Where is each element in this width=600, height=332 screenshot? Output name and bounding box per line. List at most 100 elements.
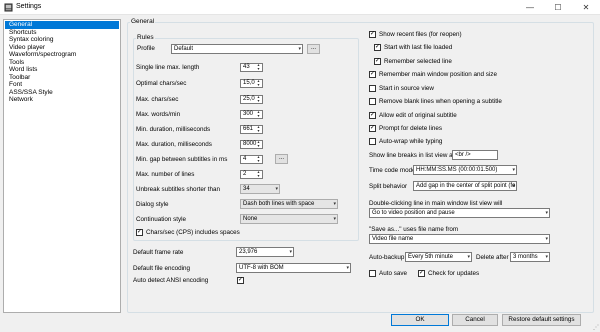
- optimal-chars-sec-value: 15,0: [243, 80, 255, 86]
- unbreak-select[interactable]: 34 ▾: [240, 184, 280, 194]
- nav-item-ass-ssa-style[interactable]: ASS/SSA Style: [5, 89, 119, 97]
- time-code-label: Time code mode: [369, 167, 416, 174]
- nav-item-font[interactable]: Font: [5, 81, 119, 89]
- single-line-max-length-input[interactable]: 43 ▲ ▼: [240, 63, 263, 72]
- default-frame-rate-value: 23,976: [239, 249, 258, 255]
- nav-item-tools[interactable]: Tools: [5, 59, 119, 67]
- auto-wrap-checkbox[interactable]: [369, 138, 376, 145]
- nav-item-syntax-coloring[interactable]: Syntax coloring: [5, 36, 119, 44]
- spin-down-icon[interactable]: ▼: [255, 144, 262, 149]
- max-chars-sec-value: 25,0: [243, 96, 255, 102]
- min-duration-input[interactable]: 661 ▲ ▼: [240, 125, 263, 134]
- remove-blank-checkbox[interactable]: [369, 98, 376, 105]
- min-gap-label: Min. gap between subtitles in ms: [136, 156, 228, 163]
- allow-edit-checkbox[interactable]: ✓: [369, 112, 376, 119]
- default-frame-rate-select[interactable]: 23,976 ▾: [236, 247, 294, 257]
- spin-down-icon[interactable]: ▼: [255, 159, 262, 164]
- maximize-button[interactable]: ☐: [544, 0, 572, 15]
- allow-edit-label: Allow edit of original subtitle: [379, 112, 457, 119]
- profile-select[interactable]: Default ▾: [171, 44, 303, 54]
- remember-window-checkbox[interactable]: ✓: [369, 71, 376, 78]
- nav-item-network[interactable]: Network: [5, 96, 119, 104]
- remember-selected-checkbox[interactable]: ✓: [374, 58, 381, 65]
- unbreak-value: 34: [243, 186, 250, 192]
- minimize-button[interactable]: —: [516, 0, 544, 15]
- prompt-delete-checkbox[interactable]: ✓: [369, 125, 376, 132]
- resize-grip-icon[interactable]: ⋰: [593, 324, 599, 331]
- remove-blank-label: Remove blank lines when opening a subtit…: [379, 98, 502, 105]
- default-encoding-value: UTF-8 with BOM: [239, 265, 284, 271]
- chevron-down-icon: ▾: [333, 201, 336, 207]
- delete-after-select[interactable]: 3 months ▾: [510, 252, 550, 262]
- split-behavior-value: Add gap in the center of split point (fo: [416, 183, 516, 189]
- start-source-view-checkbox[interactable]: [369, 85, 376, 92]
- show-recent-checkbox[interactable]: ✓: [369, 31, 376, 38]
- profile-more-button[interactable]: ...: [307, 44, 320, 54]
- auto-backup-select[interactable]: Every 5th minute ▾: [405, 252, 472, 262]
- title-bar: [0, 0, 600, 15]
- spin-buttons[interactable]: ▲ ▼: [255, 155, 262, 164]
- continuation-style-select[interactable]: None ▾: [240, 214, 338, 224]
- chevron-down-icon: ▾: [545, 236, 548, 242]
- auto-detect-ansi-checkbox[interactable]: ✓: [237, 277, 244, 284]
- profile-value: Default: [174, 46, 194, 52]
- max-words-min-label: Max. words/min: [136, 111, 181, 118]
- dblclick-select[interactable]: Go to video position and pause ▾: [369, 208, 550, 218]
- settings-nav-list[interactable]: General Shortcuts Syntax coloring Video …: [3, 19, 121, 313]
- single-line-max-length-label: Single line max. length: [136, 64, 200, 71]
- save-as-select[interactable]: Video file name ▾: [369, 234, 550, 244]
- nav-item-general[interactable]: General: [5, 21, 119, 29]
- spin-buttons[interactable]: ▲ ▼: [255, 170, 262, 179]
- optimal-chars-sec-input[interactable]: 15,0 ▲ ▼: [240, 79, 263, 88]
- spin-down-icon[interactable]: ▼: [255, 129, 262, 134]
- nav-item-video-player[interactable]: Video player: [5, 44, 119, 52]
- spin-buttons[interactable]: ▲ ▼: [255, 125, 262, 134]
- max-words-min-input[interactable]: 300 ▲ ▼: [240, 110, 263, 119]
- spin-buttons[interactable]: ▲ ▼: [255, 140, 262, 149]
- save-as-label: "Save as..." uses file name from: [369, 226, 459, 233]
- rules-group-title: Rules: [136, 34, 155, 41]
- dialog-style-select[interactable]: Dash both lines with space ▾: [240, 199, 338, 209]
- show-recent-label: Show recent files (for reopen): [379, 31, 462, 38]
- time-code-select[interactable]: HH:MM:SS.MS (00:00:01.500) ▾: [413, 165, 517, 175]
- max-lines-label: Max. number of lines: [136, 171, 195, 178]
- auto-save-checkbox[interactable]: [369, 270, 376, 277]
- spin-buttons[interactable]: ▲ ▼: [255, 79, 262, 88]
- default-encoding-select[interactable]: UTF-8 with BOM ▾: [236, 263, 351, 273]
- chevron-down-icon: ▾: [545, 254, 548, 260]
- min-gap-more-button[interactable]: ...: [275, 154, 288, 164]
- spin-down-icon[interactable]: ▼: [255, 99, 262, 104]
- spin-down-icon[interactable]: ▼: [255, 67, 262, 72]
- default-frame-rate-label: Default frame rate: [133, 249, 184, 256]
- split-behavior-select[interactable]: Add gap in the center of split point (fo…: [413, 181, 517, 191]
- cps-spaces-checkbox[interactable]: ✓: [136, 229, 143, 236]
- dblclick-value: Go to video position and pause: [372, 210, 455, 216]
- spin-buttons[interactable]: ▲ ▼: [255, 110, 262, 119]
- max-duration-input[interactable]: 8000 ▲ ▼: [240, 140, 263, 149]
- spin-buttons[interactable]: ▲ ▼: [255, 63, 262, 72]
- spin-down-icon[interactable]: ▼: [255, 83, 262, 88]
- ok-button[interactable]: OK: [391, 314, 449, 326]
- chevron-down-icon: ▾: [512, 167, 515, 173]
- line-breaks-input[interactable]: <br />: [452, 150, 498, 160]
- spin-down-icon[interactable]: ▼: [255, 114, 262, 119]
- start-last-file-checkbox[interactable]: ✓: [374, 44, 381, 51]
- max-duration-label: Max. duration, milliseconds: [136, 141, 212, 148]
- nav-item-shortcuts[interactable]: Shortcuts: [5, 29, 119, 37]
- check-updates-checkbox[interactable]: ✓: [418, 270, 425, 277]
- spin-down-icon[interactable]: ▼: [255, 174, 262, 179]
- general-group-title: General: [130, 18, 156, 25]
- window-title: Settings: [16, 3, 42, 10]
- restore-defaults-button[interactable]: Restore default settings: [502, 314, 581, 326]
- max-chars-sec-input[interactable]: 25,0 ▲ ▼: [240, 95, 263, 104]
- auto-wrap-label: Auto-wrap while typing: [379, 138, 443, 145]
- nav-item-waveform[interactable]: Waveform/spectrogram: [5, 51, 119, 59]
- nav-item-toolbar[interactable]: Toolbar: [5, 74, 119, 82]
- max-lines-input[interactable]: 2 ▲ ▼: [240, 170, 263, 179]
- nav-item-word-lists[interactable]: Word lists: [5, 66, 119, 74]
- min-gap-input[interactable]: 4 ▲ ▼: [240, 155, 263, 164]
- continuation-style-label: Continuation style: [136, 216, 187, 223]
- spin-buttons[interactable]: ▲ ▼: [255, 95, 262, 104]
- close-button[interactable]: ✕: [572, 0, 600, 15]
- cancel-button[interactable]: Cancel: [452, 314, 498, 326]
